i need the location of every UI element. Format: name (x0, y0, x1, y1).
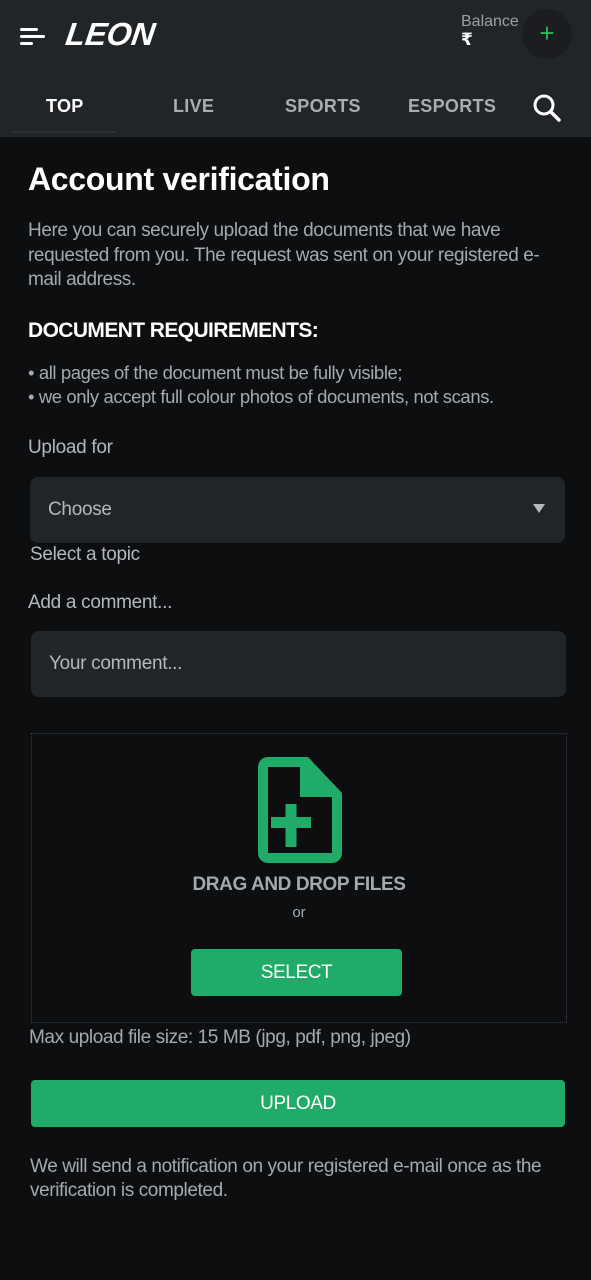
caret-down-icon (533, 504, 545, 513)
balance-display[interactable]: Balance ₹ (461, 13, 519, 49)
tab-esports[interactable]: ESPORTS (408, 84, 496, 128)
active-tab-indicator (13, 131, 116, 133)
select-files-button[interactable]: SELECT (191, 949, 402, 996)
topic-select[interactable]: Choose (30, 477, 565, 543)
deposit-button[interactable]: + (522, 9, 572, 59)
file-dropzone[interactable]: DRAG AND DROP FILES or SELECT (31, 733, 567, 1023)
comment-input[interactable] (31, 631, 566, 697)
requirement-item: • all pages of the document must be full… (28, 362, 403, 383)
drag-drop-text: DRAG AND DROP FILES (192, 874, 406, 895)
tab-sports[interactable]: SPORTS (285, 84, 361, 128)
app-header: LEON Balance ₹ + TOP LIVE SPORTS ESPORTS (0, 0, 591, 137)
max-file-size-text: Max upload file size: 15 MB (jpg, pdf, p… (29, 1027, 411, 1048)
requirements-title: DOCUMENT REQUIREMENTS: (28, 319, 319, 342)
intro-text: Here you can securely upload the documen… (28, 220, 540, 290)
plus-icon: + (539, 18, 555, 48)
comment-label: Add a comment... (28, 592, 173, 613)
requirement-item: • we only accept full colour photos of d… (28, 386, 494, 407)
hamburger-menu-icon[interactable] (20, 26, 48, 48)
search-icon (533, 94, 561, 122)
leon-logo[interactable]: LEON (63, 16, 158, 53)
verification-notice: We will send a notification on your regi… (30, 1156, 542, 1201)
search-button[interactable] (531, 92, 563, 124)
requirements-list: • all pages of the document must be full… (28, 361, 573, 409)
balance-label: Balance (461, 13, 519, 30)
topic-select-hint: Select a topic (30, 544, 140, 565)
main-nav-tabs: TOP LIVE SPORTS ESPORTS (0, 84, 591, 128)
tab-top[interactable]: TOP (46, 84, 84, 128)
upload-for-label: Upload for (28, 437, 113, 458)
currency-symbol: ₹ (461, 30, 473, 49)
upload-button[interactable]: UPLOAD (31, 1080, 565, 1127)
topic-select-value: Choose (48, 499, 112, 520)
tab-live[interactable]: LIVE (173, 84, 214, 128)
or-text: or (292, 904, 306, 921)
page-title: Account verification (28, 161, 330, 197)
file-add-icon (258, 757, 342, 863)
